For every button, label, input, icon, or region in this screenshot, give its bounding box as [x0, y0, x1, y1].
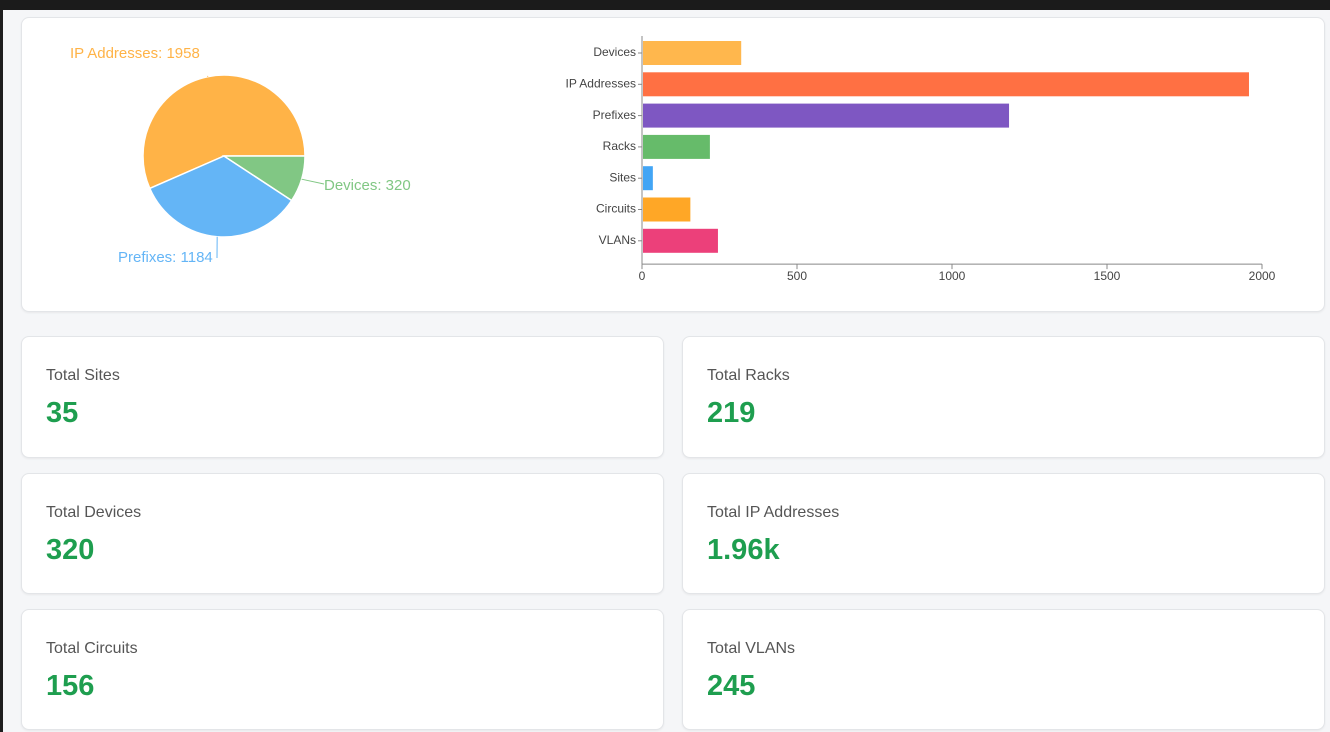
pie-chart: IP Addresses: 1958 Prefixes: 1184 Devices:… — [70, 45, 411, 266]
stat-label: Total VLANs — [707, 640, 796, 657]
stat-card-racks: Total Racks 219 — [682, 336, 1325, 458]
y-tick-label: Racks — [603, 139, 636, 153]
stat-label: Total Devices — [46, 504, 142, 521]
bar — [643, 197, 691, 222]
y-tick-label: VLANs — [599, 233, 636, 247]
y-tick-label: IP Addresses — [566, 76, 637, 90]
bar-chart: Devices IP Addresses Prefixes Racks Sites Cir… — [566, 36, 1276, 283]
x-tick-label: 1000 — [939, 269, 966, 283]
x-tick-label: 2000 — [1249, 269, 1276, 283]
stat-label: Total Circuits — [46, 640, 138, 657]
x-tick-label: 500 — [787, 269, 807, 283]
bar — [643, 134, 710, 159]
pie-leader-line — [301, 178, 325, 185]
stat-value: 219 — [707, 397, 756, 429]
stat-card-vlans: Total VLANs 245 — [682, 609, 1325, 730]
y-tick-label: Devices — [593, 45, 636, 59]
pie-label: IP Addresses: 1958 — [70, 45, 200, 62]
stat-value: 320 — [46, 534, 95, 566]
bar — [643, 166, 653, 191]
x-tick-label: 0 — [639, 269, 646, 283]
bar — [643, 41, 742, 65]
y-tick-label: Circuits — [596, 202, 636, 216]
stat-label: Total Sites — [46, 367, 120, 384]
pie-leader-line — [207, 75, 209, 78]
stat-card-sites: Total Sites 35 — [21, 336, 664, 458]
stat-value: 35 — [46, 397, 79, 429]
pie-label: Devices: 320 — [324, 177, 411, 194]
dashboard-page: IP Addresses: 1958 Prefixes: 1184 Devices:… — [3, 10, 1330, 732]
stat-value: 1.96k — [707, 534, 780, 566]
stat-card-ip-addresses: Total IP Addresses 1.96k — [682, 473, 1325, 594]
stat-value: 245 — [707, 670, 756, 702]
y-tick-label: Prefixes — [593, 108, 636, 122]
y-tick-label: Sites — [609, 170, 636, 184]
bar — [643, 228, 718, 253]
charts-card: IP Addresses: 1958 Prefixes: 1184 Devices:… — [21, 17, 1325, 312]
pie-label: Prefixes: 1184 — [118, 249, 213, 266]
stat-card-circuits: Total Circuits 156 — [21, 609, 664, 730]
stat-label: Total IP Addresses — [707, 504, 840, 521]
bar — [643, 103, 1010, 128]
stat-label: Total Racks — [707, 367, 790, 384]
window-top-bar — [0, 0, 1330, 10]
stat-value: 156 — [46, 670, 95, 702]
x-tick-label: 1500 — [1094, 269, 1121, 283]
stat-card-devices: Total Devices 320 — [21, 473, 664, 594]
bar — [643, 72, 1249, 97]
